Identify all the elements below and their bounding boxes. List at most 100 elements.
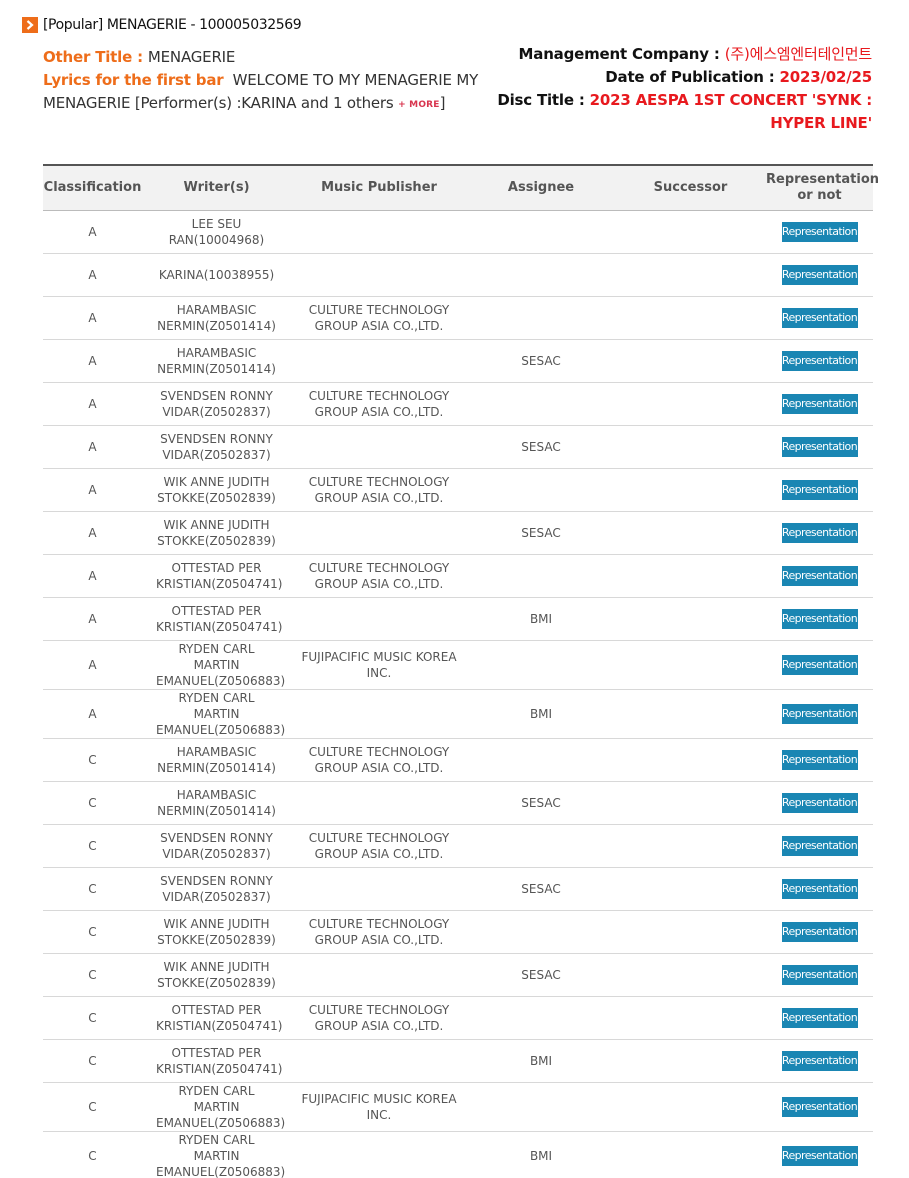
cell-representation: Representation — [766, 296, 873, 339]
table-row: C HARAMBASIC NERMIN(Z0501414) SESAC Represe… — [43, 781, 873, 824]
cell-writer: SVENDSEN RONNY VIDAR(Z0502837) — [160, 431, 273, 462]
cell-publisher: CULTURE TECHNOLOGY GROUP ASIA CO.,LTD. — [308, 916, 450, 947]
cell-successor — [615, 511, 766, 554]
representation-button[interactable]: Representation — [781, 835, 858, 856]
cell-representation: Representation — [766, 996, 873, 1039]
cell-classification: A — [88, 611, 97, 626]
cell-assignee: BMI — [529, 611, 553, 626]
cell-classification: A — [88, 310, 97, 325]
cell-publisher: FUJIPACIFIC MUSIC KOREA INC. — [301, 1091, 457, 1122]
cell-successor — [615, 1039, 766, 1082]
header-writers: Writer(s) — [183, 179, 250, 195]
cell-classification: A — [88, 525, 97, 540]
header-successor: Successor — [653, 179, 728, 195]
representation-button[interactable]: Representation — [781, 1145, 858, 1166]
cell-representation: Representation — [766, 468, 873, 511]
cell-writer: RYDEN CARL MARTIN EMANUEL(Z0506883) — [156, 690, 286, 737]
date-value: 2023/02/25 — [779, 68, 873, 86]
representation-button[interactable]: Representation — [781, 479, 858, 500]
table-body: A LEE SEU RAN(10004968) Representation A KAR… — [43, 210, 873, 1178]
cell-writer: SVENDSEN RONNY VIDAR(Z0502837) — [160, 873, 273, 904]
representation-button[interactable]: Representation — [781, 565, 858, 586]
cell-writer: SVENDSEN RONNY VIDAR(Z0502837) — [160, 388, 273, 419]
representation-button[interactable]: Representation — [781, 878, 858, 899]
table-row: A RYDEN CARL MARTIN EMANUEL(Z0506883) FUJI… — [43, 640, 873, 689]
cell-representation: Representation — [766, 640, 873, 689]
cell-publisher — [291, 867, 467, 910]
representation-button[interactable]: Representation — [781, 1050, 858, 1071]
lyrics-label: Lyrics for the first bar — [43, 71, 224, 89]
representation-button[interactable]: Representation — [781, 307, 858, 328]
date-label: Date of Publication : — [605, 68, 780, 86]
cell-classification: A — [88, 568, 97, 583]
cell-assignee — [467, 824, 615, 867]
table-row: C WIK ANNE JUDITH STOKKE(Z0502839) SESAC Re… — [43, 953, 873, 996]
representation-button[interactable]: Representation — [781, 436, 858, 457]
header-representation: Representation or not — [766, 171, 880, 203]
table-row: C OTTESTAD PER KRISTIAN(Z0504741) CULTURE … — [43, 996, 873, 1039]
table-row: A RYDEN CARL MARTIN EMANUEL(Z0506883) BMI R… — [43, 689, 873, 738]
table-row: C OTTESTAD PER KRISTIAN(Z0504741) BMI Repre… — [43, 1039, 873, 1082]
cell-representation: Representation — [766, 689, 873, 738]
cell-publisher: CULTURE TECHNOLOGY GROUP ASIA CO.,LTD. — [308, 474, 450, 505]
cell-assignee: BMI — [529, 1053, 553, 1068]
table-row: A KARINA(10038955) Representation — [43, 253, 873, 296]
cell-classification: C — [88, 924, 97, 939]
header-assignee: Assignee — [507, 179, 575, 195]
representation-button[interactable]: Representation — [781, 703, 858, 724]
cell-writer: OTTESTAD PER KRISTIAN(Z0504741) — [156, 603, 283, 634]
cell-writer: OTTESTAD PER KRISTIAN(Z0504741) — [156, 560, 283, 591]
cell-assignee: SESAC — [521, 439, 561, 454]
representation-button[interactable]: Representation — [781, 792, 858, 813]
table-row: A HARAMBASIC NERMIN(Z0501414) CULTURE TECH… — [43, 296, 873, 339]
cell-publisher — [291, 781, 467, 824]
representation-button[interactable]: Representation — [781, 221, 858, 242]
cell-assignee: SESAC — [521, 353, 561, 368]
representation-button[interactable]: Representation — [781, 749, 858, 770]
representation-button[interactable]: Representation — [781, 264, 858, 285]
table-row: C RYDEN CARL MARTIN EMANUEL(Z0506883) FUJI… — [43, 1082, 873, 1131]
cell-writer: OTTESTAD PER KRISTIAN(Z0504741) — [156, 1002, 283, 1033]
cell-representation: Representation — [766, 1039, 873, 1082]
cell-classification: C — [88, 1010, 97, 1025]
other-title-label: Other Title : — [43, 48, 148, 66]
more-link[interactable]: + MORE — [398, 100, 440, 110]
cell-successor — [615, 781, 766, 824]
chevron-right-icon — [22, 17, 38, 33]
cell-representation: Representation — [766, 1082, 873, 1131]
header-classification: Classification — [43, 179, 142, 195]
representation-button[interactable]: Representation — [781, 921, 858, 942]
representation-button[interactable]: Representation — [781, 522, 858, 543]
other-title-line: Other Title : MENAGERIE — [43, 46, 483, 69]
representation-button[interactable]: Representation — [781, 1007, 858, 1028]
cell-representation: Representation — [766, 824, 873, 867]
cell-successor — [615, 867, 766, 910]
cell-publisher — [291, 253, 467, 296]
cell-representation: Representation — [766, 425, 873, 468]
cell-classification: C — [88, 795, 97, 810]
representation-button[interactable]: Representation — [781, 654, 858, 675]
representation-button[interactable]: Representation — [781, 964, 858, 985]
cell-classification: C — [88, 752, 97, 767]
cell-publisher: CULTURE TECHNOLOGY GROUP ASIA CO.,LTD. — [308, 830, 450, 861]
cell-writer: WIK ANNE JUDITH STOKKE(Z0502839) — [157, 517, 276, 548]
representation-button[interactable]: Representation — [781, 1096, 858, 1117]
cell-classification: A — [88, 482, 97, 497]
representation-button[interactable]: Representation — [781, 393, 858, 414]
cell-publisher — [291, 689, 467, 738]
cell-writer: OTTESTAD PER KRISTIAN(Z0504741) — [156, 1045, 283, 1076]
cell-successor — [615, 382, 766, 425]
cell-representation: Representation — [766, 910, 873, 953]
cell-assignee — [467, 996, 615, 1039]
cell-publisher: CULTURE TECHNOLOGY GROUP ASIA CO.,LTD. — [308, 302, 450, 333]
cell-assignee — [467, 468, 615, 511]
cell-writer: WIK ANNE JUDITH STOKKE(Z0502839) — [157, 959, 276, 990]
cell-writer: WIK ANNE JUDITH STOKKE(Z0502839) — [157, 916, 276, 947]
table-row: A OTTESTAD PER KRISTIAN(Z0504741) BMI Repre… — [43, 597, 873, 640]
management-value: (주)에스엠엔터테인먼트 — [724, 45, 873, 63]
cell-classification: A — [88, 224, 97, 239]
representation-button[interactable]: Representation — [781, 350, 858, 371]
representation-button[interactable]: Representation — [781, 608, 858, 629]
lyrics-line: Lyrics for the first bar WELCOME TO MY M… — [43, 69, 483, 117]
cell-successor — [615, 253, 766, 296]
